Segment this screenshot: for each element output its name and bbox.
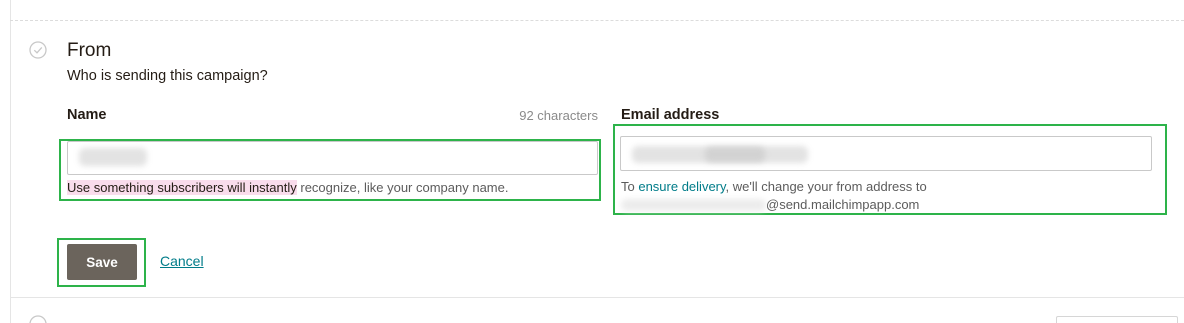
- name-hint: Use something subscribers will instantly…: [67, 180, 508, 195]
- redacted-email-value-dark: [705, 147, 765, 162]
- next-section-button-cropped[interactable]: [1056, 316, 1178, 323]
- redacted-address-prefix: [621, 199, 766, 211]
- check-circle-icon: [29, 41, 47, 59]
- ensure-delivery-link[interactable]: ensure delivery: [638, 179, 725, 194]
- next-section-title-cropped: [67, 313, 115, 323]
- name-hint-rest: recognize, like your company name.: [296, 180, 509, 195]
- redacted-name-value: [79, 148, 147, 166]
- cancel-link[interactable]: Cancel: [160, 253, 204, 269]
- rewritten-address-suffix: @send.mailchimpapp.com: [766, 197, 920, 212]
- section-divider-bottom: [10, 297, 1184, 298]
- section-subtitle: Who is sending this campaign?: [67, 68, 268, 84]
- campaign-from-section: From Who is sending this campaign? Name …: [0, 0, 1184, 323]
- section-divider-top: [10, 20, 1184, 21]
- left-border: [10, 0, 11, 323]
- email-hint: To ensure delivery, we'll change your fr…: [621, 179, 927, 194]
- save-button[interactable]: Save: [67, 244, 137, 280]
- email-label: Email address: [621, 107, 720, 123]
- character-count: 92 characters: [519, 108, 598, 123]
- name-hint-highlighted: Use something subscribers will instantly: [67, 180, 297, 195]
- email-hint-prefix: To: [621, 179, 639, 194]
- name-label: Name: [67, 107, 107, 123]
- email-hint-suffix: , we'll change your from address to: [725, 179, 927, 194]
- next-section-check-circle-icon: [29, 315, 47, 323]
- section-title: From: [67, 40, 112, 61]
